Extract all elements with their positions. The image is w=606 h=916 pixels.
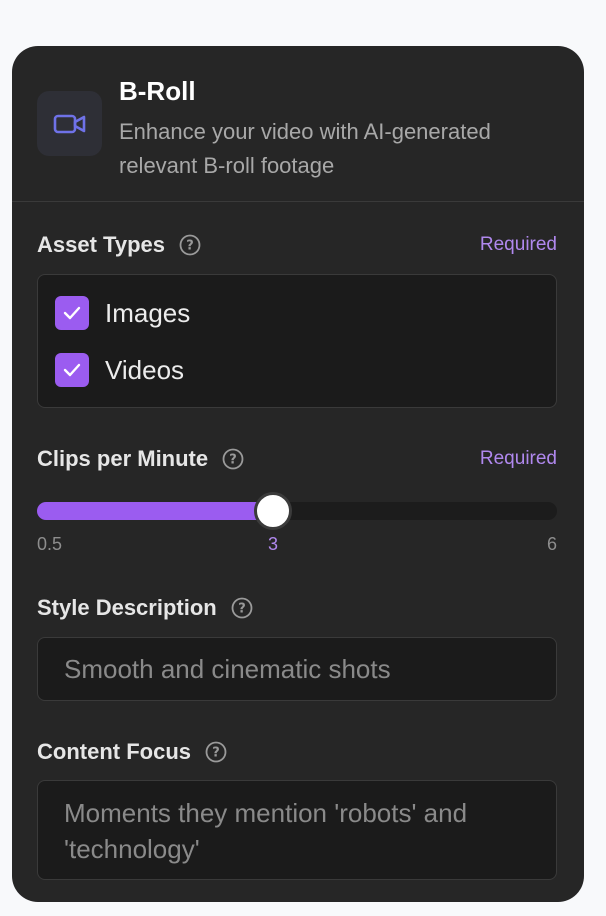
svg-text:?: ?: [186, 239, 194, 254]
checkmark-icon[interactable]: [55, 353, 89, 387]
slider-min-label: 0.5: [37, 534, 63, 554]
slider-value-label: 3: [267, 534, 279, 554]
svg-text:?: ?: [212, 746, 220, 761]
checkbox-images-label: Images: [105, 297, 191, 328]
content-focus-label: Content Focus ?: [37, 739, 227, 765]
content-focus-placeholder: Moments they mention 'robots' and 'techn…: [64, 798, 468, 864]
card-description: Enhance your video with AI-generated rel…: [119, 119, 491, 178]
card-title: B-Roll: [119, 76, 196, 106]
help-icon[interactable]: ?: [205, 741, 227, 763]
card-header: B-Roll Enhance your video with AI-genera…: [12, 46, 584, 202]
clips-per-minute-label: Clips per Minute ?: [37, 446, 244, 472]
checkbox-videos[interactable]: Videos: [55, 353, 184, 387]
style-description-input[interactable]: Smooth and cinematic shots: [37, 637, 557, 701]
style-description-placeholder: Smooth and cinematic shots: [64, 654, 391, 684]
checkbox-videos-label: Videos: [105, 354, 185, 385]
clips-slider-fill: [37, 502, 273, 520]
slider-max-label: 6: [546, 534, 557, 554]
style-description-label: Style Description ?: [37, 595, 253, 621]
content-focus-input[interactable]: Moments they mention 'robots' and 'techn…: [37, 780, 557, 880]
svg-text:?: ?: [238, 602, 246, 617]
help-icon[interactable]: ?: [231, 597, 253, 619]
asset-types-box: Images Videos: [37, 274, 557, 408]
clips-slider-thumb[interactable]: [254, 492, 292, 530]
help-icon[interactable]: ?: [222, 448, 244, 470]
svg-text:?: ?: [229, 453, 237, 468]
checkbox-images[interactable]: Images: [55, 296, 190, 330]
checkmark-icon[interactable]: [55, 296, 89, 330]
asset-types-label: Asset Types ?: [37, 232, 201, 258]
help-icon[interactable]: ?: [179, 234, 201, 256]
video-camera-icon: [37, 91, 102, 156]
clips-per-minute-required: Required: [479, 448, 557, 469]
b-roll-card: B-Roll Enhance your video with AI-genera…: [12, 46, 584, 902]
asset-types-required: Required: [479, 234, 557, 255]
clips-slider-track[interactable]: [37, 492, 557, 530]
